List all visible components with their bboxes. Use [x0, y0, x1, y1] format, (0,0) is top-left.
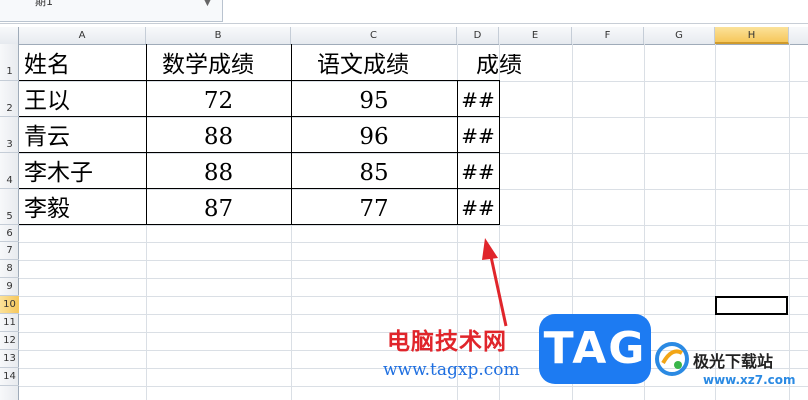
column-header-f[interactable]: F: [572, 27, 644, 44]
chevron-down-icon[interactable]: ▼: [204, 0, 211, 8]
column-header-d[interactable]: D: [457, 27, 499, 44]
row-header-2[interactable]: 2: [0, 81, 19, 117]
gridline: [19, 189, 808, 190]
formula-area: 期1 ▼: [0, 0, 808, 24]
cell-math[interactable]: 88: [146, 162, 291, 185]
header-score[interactable]: 成绩: [454, 54, 522, 77]
row-header-13[interactable]: 13: [0, 350, 19, 368]
watermark-url: www.tagxp.com: [383, 360, 520, 380]
gridline: [19, 242, 808, 243]
gridline: [19, 153, 808, 154]
table-border: [19, 188, 499, 189]
cell-name[interactable]: 王以: [24, 90, 70, 113]
table-border: [19, 80, 499, 81]
column-header-e[interactable]: E: [499, 27, 572, 44]
cell-math[interactable]: 72: [146, 90, 291, 113]
column-header-a[interactable]: A: [19, 27, 146, 44]
tag-logo: TAG: [539, 314, 651, 384]
brand-watermark: 极光下载站 www.xz7.com: [651, 338, 808, 400]
table-border: [19, 152, 499, 153]
table-border: [19, 116, 499, 117]
row-header-1[interactable]: 1: [0, 44, 19, 81]
gridline: [19, 117, 808, 118]
cell-chinese[interactable]: 85: [291, 162, 457, 185]
row-headers: 1 2 3 4 5 6 7 8 9 10 11 12 13 14: [0, 44, 19, 400]
table-border: [499, 80, 500, 225]
header-math[interactable]: 数学成绩: [162, 54, 254, 77]
divider: [0, 23, 808, 24]
brand-url: www.xz7.com: [703, 373, 796, 387]
row-header-4[interactable]: 4: [0, 153, 19, 189]
annotation-arrow-icon: [482, 238, 508, 327]
cell-chinese[interactable]: 95: [291, 90, 457, 113]
cell-math[interactable]: 88: [146, 126, 291, 149]
row-header-8[interactable]: 8: [0, 260, 19, 278]
table-border: [19, 224, 499, 225]
cell-name[interactable]: 李木子: [24, 162, 93, 185]
cell-overflow[interactable]: ##: [457, 126, 499, 146]
row-header-6[interactable]: 6: [0, 225, 19, 242]
cell-name[interactable]: 李毅: [24, 198, 70, 221]
cell-chinese[interactable]: 77: [291, 198, 457, 221]
row-header-5[interactable]: 5: [0, 189, 19, 225]
gridline: [19, 296, 808, 297]
row-header-10[interactable]: 10: [0, 296, 19, 314]
cell-overflow[interactable]: ##: [457, 198, 499, 218]
cell-name[interactable]: 青云: [24, 126, 70, 149]
column-headers: A B C D E F G H: [0, 27, 808, 45]
row-header-7[interactable]: 7: [0, 242, 19, 260]
brand-logo-icon: [655, 342, 689, 376]
sheet-tab[interactable]: 期1 ▼: [0, 0, 223, 22]
column-header-c[interactable]: C: [291, 27, 457, 44]
row-header-12[interactable]: 12: [0, 332, 19, 350]
brand-name: 极光下载站: [693, 352, 774, 371]
row-header-9[interactable]: 9: [0, 278, 19, 296]
header-chinese[interactable]: 语文成绩: [317, 54, 409, 77]
cell-math[interactable]: 87: [146, 198, 291, 221]
gridline: [19, 81, 808, 82]
gridline: [19, 225, 808, 226]
active-cell-cursor[interactable]: [715, 296, 788, 315]
cell-chinese[interactable]: 96: [291, 126, 457, 149]
header-name[interactable]: 姓名: [24, 54, 70, 77]
watermark-text: 电脑技术网: [387, 329, 507, 355]
row-header-11[interactable]: 11: [0, 314, 19, 332]
sheet-tab-label: 期1: [35, 0, 53, 8]
cell-overflow[interactable]: ##: [457, 162, 499, 182]
cell-overflow[interactable]: ##: [457, 90, 499, 110]
gridline: [19, 314, 808, 315]
gridline: [19, 260, 808, 261]
column-header-b[interactable]: B: [146, 27, 291, 44]
column-header-g[interactable]: G: [644, 27, 715, 44]
select-all-corner[interactable]: [0, 27, 19, 44]
row-header-3[interactable]: 3: [0, 117, 19, 153]
row-header-14[interactable]: 14: [0, 368, 19, 386]
column-header-h[interactable]: H: [715, 27, 789, 44]
gridline: [19, 278, 808, 279]
